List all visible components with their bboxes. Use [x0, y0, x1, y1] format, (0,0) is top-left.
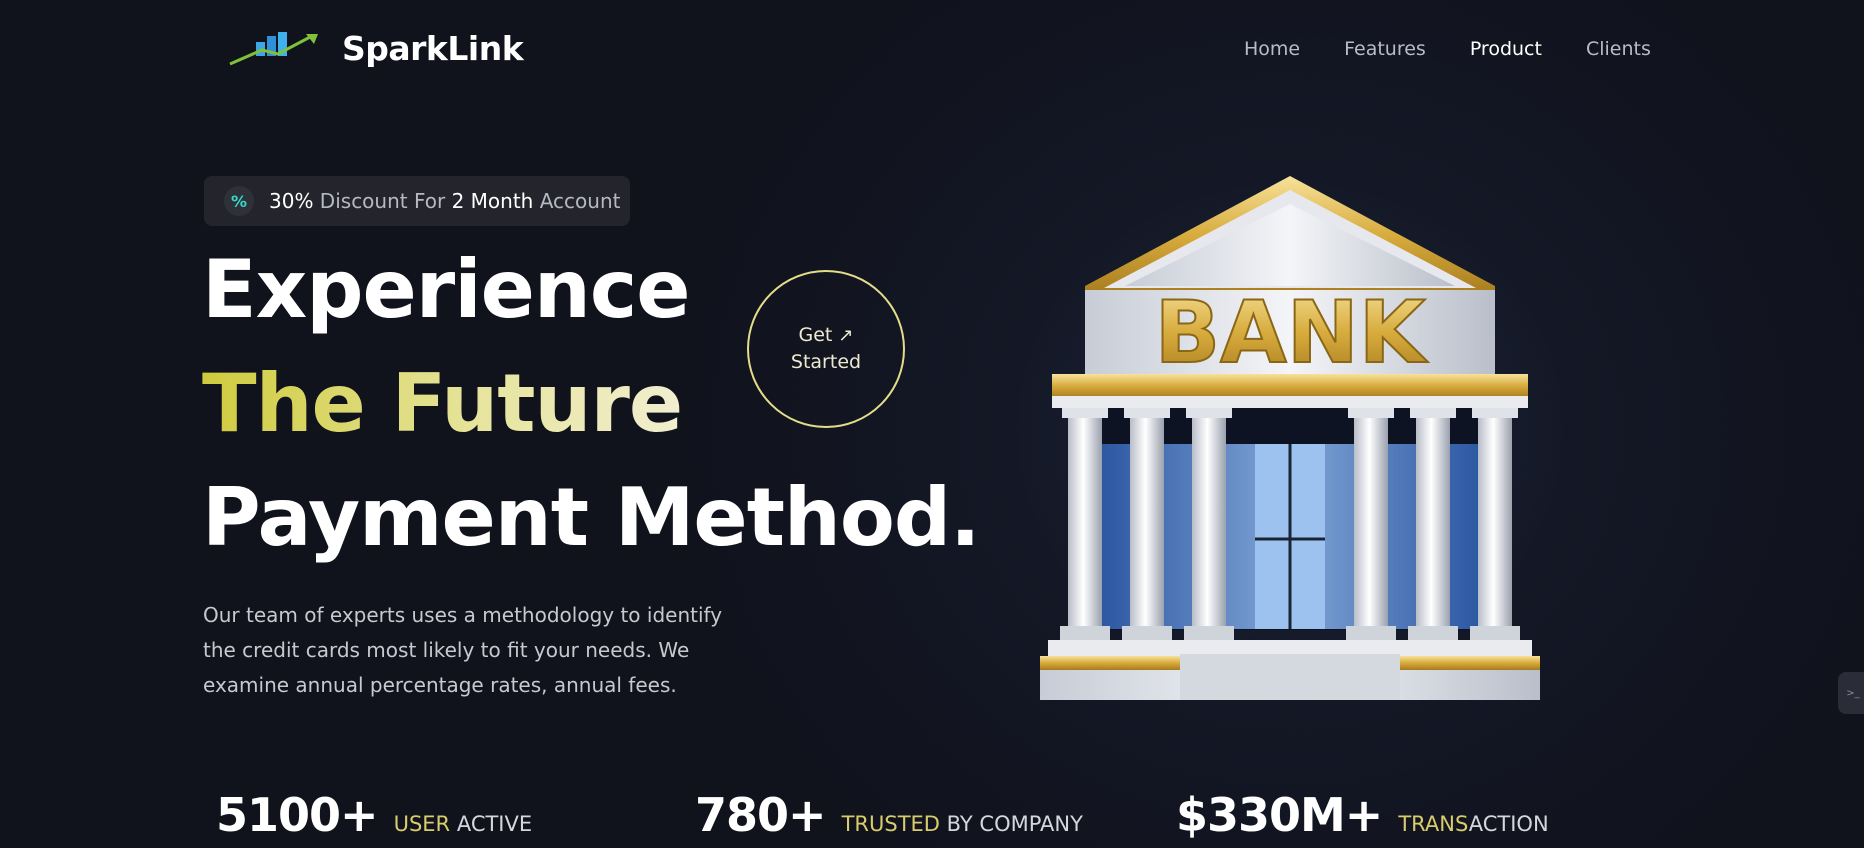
svg-text:BANK: BANK [1155, 283, 1429, 383]
discount-text: 30% Discount For 2 Month Account [269, 189, 620, 213]
percent-icon: % [224, 186, 254, 216]
brand-name: SparkLink [342, 28, 524, 68]
stat-users-label: USER ACTIVE [394, 812, 533, 836]
nav-item-features[interactable]: Features [1344, 38, 1426, 60]
nav-item-home[interactable]: Home [1244, 38, 1300, 60]
discount-duration: 2 Month [451, 189, 534, 213]
discount-badge: % 30% Discount For 2 Month Account [204, 176, 630, 226]
nav-item-clients[interactable]: Clients [1586, 38, 1651, 60]
side-terminal-icon[interactable]: >_ [1838, 672, 1864, 714]
cta-line2: Started [790, 351, 862, 373]
hero-title-line2: The Future [202, 357, 683, 450]
stat-companies-value: 780+ [695, 788, 827, 842]
hero-title-line1: Experience [202, 243, 691, 336]
stat-users-label-rest: ACTIVE [450, 812, 533, 836]
brand-logo[interactable]: SparkLink [228, 28, 524, 68]
discount-text-part: Discount For [313, 189, 452, 213]
cta-line1-wrap: Get ↗ [799, 322, 854, 349]
stat-transactions: $330M+ TRANSACTION [1176, 788, 1549, 842]
get-started-button[interactable]: Get ↗ Started [747, 270, 905, 428]
stat-transactions-label-rest: ACTION [1468, 812, 1549, 836]
chart-logo-icon [229, 32, 318, 66]
nav-item-product[interactable]: Product [1470, 38, 1542, 60]
hero-description: Our team of experts uses a methodology t… [203, 603, 723, 697]
stat-transactions-value: $330M+ [1176, 788, 1383, 842]
discount-percent: 30% [269, 189, 314, 213]
bank-building-icon: BANK [1040, 176, 1540, 700]
stat-transactions-label-highlight: TRANS [1398, 812, 1469, 836]
stat-users-label-highlight: USER [393, 812, 451, 836]
hero-title-line3: Payment Method. [202, 471, 980, 564]
stat-transactions-label: TRANSACTION [1398, 812, 1548, 836]
stat-users: 5100+ USER ACTIVE [216, 788, 532, 842]
stat-companies-label: TRUSTED BY COMPANY [842, 812, 1083, 836]
stat-companies-label-highlight: TRUSTED [841, 812, 940, 836]
arrow-up-right-icon: ↗ [838, 325, 854, 346]
discount-text-suffix: Account [533, 189, 621, 213]
cta-line1: Get [798, 324, 833, 346]
stat-companies: 780+ TRUSTED BY COMPANY [695, 788, 1083, 842]
main-nav: Home Features Product Clients [1244, 38, 1651, 60]
stat-users-value: 5100+ [216, 788, 379, 842]
stat-companies-label-rest: BY COMPANY [939, 812, 1083, 836]
